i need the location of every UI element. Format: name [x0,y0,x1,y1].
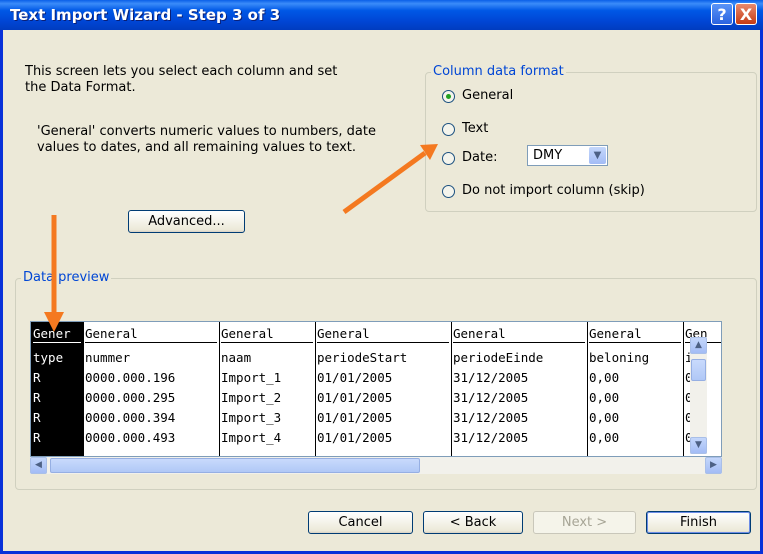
annotation-arrow-diagonal-icon [342,144,438,215]
annotation-arrows [44,144,438,332]
annotation-arrow-down-icon [44,215,64,332]
